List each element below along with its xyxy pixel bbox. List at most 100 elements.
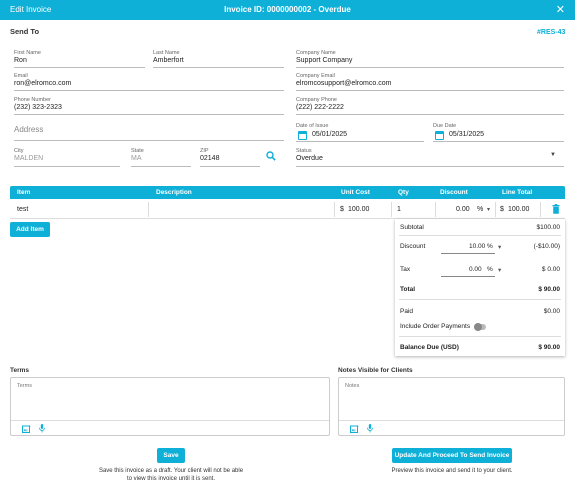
company-name-label: Company Name [296, 50, 336, 56]
company-phone-field[interactable]: Company Phone (222) 222-2222 [296, 97, 564, 115]
col-unit-cost: Unit Cost [341, 189, 370, 196]
company-phone-label: Company Phone [296, 97, 337, 103]
company-email-field[interactable]: Company Email elromcosupport@elromco.com [296, 73, 564, 91]
col-description: Description [156, 189, 192, 196]
include-payments-label: Include Order Payments [400, 323, 471, 330]
tax-pct-label: % [487, 266, 493, 273]
discount-pct: % [477, 206, 484, 213]
include-payments-toggle[interactable] [474, 323, 486, 331]
first-name-label: First Name [14, 50, 41, 56]
due-date-value: 05/31/2025 [449, 131, 485, 138]
trash-icon[interactable] [552, 204, 560, 214]
status-select[interactable]: Status Overdue ▼ [296, 148, 564, 167]
svg-text:AI: AI [24, 427, 28, 432]
search-icon[interactable] [266, 151, 276, 161]
city-field[interactable]: City MALDEN [14, 148, 120, 167]
modal-title: Edit Invoice [10, 5, 52, 14]
last-name-field[interactable]: Last Name Amberfort [153, 50, 284, 68]
discount-pct-label: % [487, 243, 493, 250]
date-of-issue-label: Date of Issue [296, 123, 329, 129]
company-name-field[interactable]: Company Name Support Company [296, 50, 564, 68]
ai-icon[interactable]: AI [22, 425, 31, 433]
save-hint-line2: to view this invoice until it is sent. [126, 476, 216, 482]
items-table-header: Item Description Unit Cost Qty Discount … [10, 186, 565, 199]
item-cell[interactable]: test [17, 206, 28, 213]
status-value: Overdue [296, 155, 323, 162]
chevron-down-icon[interactable]: ▾ [498, 243, 501, 251]
discount-value: (-$10.00) [533, 243, 560, 250]
zip-label: ZIP [200, 148, 209, 154]
update-and-send-button[interactable]: Update And Proceed To Send Invoice [392, 448, 512, 463]
col-qty: Qty [398, 189, 409, 196]
calendar-icon[interactable] [298, 131, 307, 140]
company-name-value: Support Company [296, 57, 353, 64]
col-discount: Discount [440, 189, 468, 196]
invoice-id-title: Invoice ID: 0000000002 - Overdue [224, 5, 351, 14]
date-of-issue-value: 05/01/2025 [312, 131, 348, 138]
calendar-icon[interactable] [435, 131, 444, 140]
line-total-cell: 100.00 [508, 206, 530, 213]
terms-textarea[interactable]: Terms AI [10, 377, 330, 436]
phone-label: Phone Number [14, 97, 51, 103]
first-name-field[interactable]: First Name Ron [14, 50, 145, 68]
microphone-icon[interactable] [39, 424, 45, 433]
chevron-down-icon[interactable]: ▾ [498, 266, 501, 274]
close-icon[interactable]: ✕ [556, 3, 565, 16]
due-date-field[interactable]: Due Date 05/31/2025 [433, 123, 564, 142]
tax-input[interactable]: 0.00 [469, 266, 482, 273]
total-label: Total [400, 286, 416, 293]
total-value: $ 90.00 [538, 286, 560, 293]
discount-input[interactable]: 10.00 [469, 243, 485, 250]
state-field[interactable]: State MA [131, 148, 191, 167]
city-value: MALDEN [14, 155, 44, 162]
email-label: Email [14, 73, 28, 79]
modal-titlebar: Edit Invoice Invoice ID: 0000000002 - Ov… [0, 0, 575, 20]
notes-placeholder: Notes [345, 383, 360, 389]
notes-textarea[interactable]: Notes AI [338, 377, 565, 436]
ai-icon[interactable]: AI [350, 425, 359, 433]
unit-cost-cell[interactable]: 100.00 [348, 206, 369, 213]
address-field[interactable]: Address [14, 125, 284, 141]
tax-value: $ 0.00 [541, 266, 560, 273]
subtotal-label: Subtotal [400, 224, 424, 231]
balance-due-label: Balance Due (USD) [400, 344, 459, 351]
company-email-value: elromcosupport@elromco.com [296, 80, 392, 87]
subtotal-value: $100.00 [536, 224, 561, 231]
email-value: ron@elromco.com [14, 80, 72, 87]
discount-label: Discount [400, 243, 426, 250]
address-placeholder: Address [14, 125, 44, 134]
col-line-total: Line Total [502, 189, 533, 196]
phone-field[interactable]: Phone Number (232) 323-2323 [14, 97, 284, 115]
col-item: Item [17, 189, 31, 196]
phone-value: (232) 323-2323 [14, 104, 62, 111]
state-label: State [131, 148, 144, 154]
add-item-button[interactable]: Add Item [10, 222, 50, 237]
summary-panel: Subtotal $100.00 Discount 10.00 % ▾ (-$1… [395, 219, 565, 356]
send-to-heading: Send To [10, 27, 40, 36]
chevron-down-icon[interactable]: ▾ [487, 206, 490, 213]
invoice-tag-link[interactable]: #RES-43 [537, 29, 565, 36]
terms-heading: Terms [10, 367, 30, 374]
zip-field[interactable]: ZIP 02148 [200, 148, 260, 167]
notes-heading: Notes Visible for Clients [338, 367, 413, 374]
qty-cell[interactable]: 1 [397, 206, 401, 213]
email-field[interactable]: Email ron@elromco.com [14, 73, 284, 91]
unit-cost-currency: $ [340, 206, 344, 213]
status-label: Status [296, 148, 312, 154]
balance-due-value: $ 90.00 [538, 344, 560, 351]
discount-cell[interactable]: 0.00 [456, 206, 470, 213]
microphone-icon[interactable] [367, 424, 373, 433]
paid-label: Paid [400, 308, 414, 315]
last-name-label: Last Name [153, 50, 180, 56]
date-of-issue-field[interactable]: Date of Issue 05/01/2025 [296, 123, 424, 142]
last-name-value: Amberfort [153, 57, 184, 64]
terms-placeholder: Terms [17, 383, 32, 389]
line-total-currency: $ [500, 206, 504, 213]
save-hint-line1: Save this invoice as a draft. Your clien… [98, 468, 244, 474]
save-hint: Save this invoice as a draft. Your clien… [80, 467, 262, 483]
due-date-label: Due Date [433, 123, 457, 129]
svg-text:AI: AI [352, 427, 356, 432]
save-button[interactable]: Save [157, 448, 185, 463]
zip-value: 02148 [200, 155, 220, 162]
send-hint: Preview this invoice and send it to your… [391, 468, 513, 474]
